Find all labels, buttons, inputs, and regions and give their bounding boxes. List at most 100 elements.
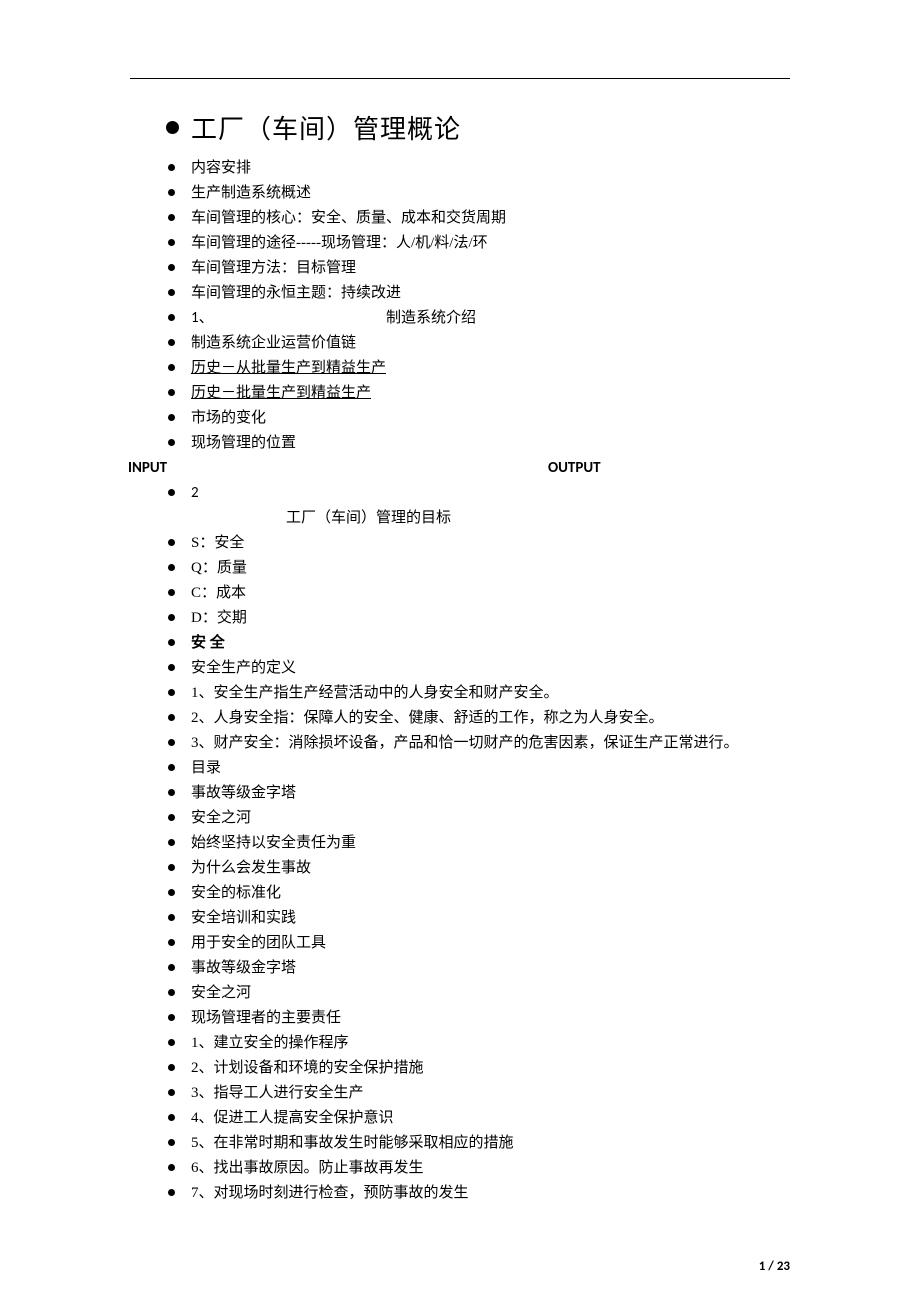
list-item: 1、安全生产指生产经营活动中的人身安全和财产安全。: [166, 681, 790, 706]
list-item: 为什么会发生事故: [166, 856, 790, 881]
bullet-icon: [166, 206, 191, 231]
list-item: 内容安排: [166, 156, 790, 181]
list-item: 事故等级金字塔: [166, 781, 790, 806]
list-item: 事故等级金字塔: [166, 956, 790, 981]
list-item: 生产制造系统概述: [166, 181, 790, 206]
bullet-icon: [166, 906, 191, 931]
item-text: 4、促进工人提高安全保护意识: [191, 1106, 790, 1131]
bullet-icon: [166, 431, 191, 456]
bullet-icon: [166, 581, 191, 606]
bullet-icon: [166, 656, 191, 681]
list-item: 历史－批量生产到精益生产: [166, 381, 790, 406]
page-sep: /: [765, 1259, 776, 1274]
bullet-icon: [166, 181, 191, 206]
bullet-icon: [166, 806, 191, 831]
list-item: S：安全: [166, 531, 790, 556]
item-text-link: 历史－从批量生产到精益生产: [191, 356, 790, 381]
bullet-icon: [166, 981, 191, 1006]
list-item: 车间管理方法：目标管理: [166, 256, 790, 281]
horizontal-rule: [130, 78, 790, 79]
item-text: 安 全: [191, 631, 790, 656]
bullet-icon: [166, 856, 191, 881]
bullet-icon: [166, 231, 191, 256]
bullet-icon: [166, 1031, 191, 1056]
item-text: 市场的变化: [191, 406, 790, 431]
bullet-icon: [166, 831, 191, 856]
item-text: 车间管理的途径-----现场管理：人/机/料/法/环: [191, 231, 790, 256]
bullet-icon: [166, 381, 191, 406]
section-label: 制造系统介绍: [386, 306, 476, 331]
list-item: 3、财产安全：消除损坏设备，产品和恰一切财产的危害因素，保证生产正常进行。: [166, 731, 790, 756]
section-number: 1、: [191, 306, 386, 331]
item-text: 安全生产的定义: [191, 656, 790, 681]
bullet-icon: [166, 406, 191, 431]
item-text: 车间管理的核心：安全、质量、成本和交货周期: [191, 206, 790, 231]
content-list: 内容安排 生产制造系统概述 车间管理的核心：安全、质量、成本和交货周期 车间管理…: [166, 156, 790, 456]
list-item: 安全培训和实践: [166, 906, 790, 931]
list-item: 制造系统企业运营价值链: [166, 331, 790, 356]
section-number: 2: [191, 481, 790, 506]
list-item: 始终坚持以安全责任为重: [166, 831, 790, 856]
bullet-icon: [166, 681, 191, 706]
item-text: 5、在非常时期和事故发生时能够采取相应的措施: [191, 1131, 790, 1156]
item-text: 安全的标准化: [191, 881, 790, 906]
list-item: 2、人身安全指：保障人的安全、健康、舒适的工作，称之为人身安全。: [166, 706, 790, 731]
item-text: 1、建立安全的操作程序: [191, 1031, 790, 1056]
item-text: 6、找出事故原因。防止事故再发生: [191, 1156, 790, 1181]
bullet-icon: [166, 306, 191, 331]
bullet-icon: [166, 931, 191, 956]
bullet-icon: [166, 1156, 191, 1181]
list-item: 目录: [166, 756, 790, 781]
item-text: 制造系统企业运营价值链: [191, 331, 790, 356]
list-item: 安全生产的定义: [166, 656, 790, 681]
item-text: 车间管理的永恒主题：持续改进: [191, 281, 790, 306]
list-item: 车间管理的永恒主题：持续改进: [166, 281, 790, 306]
item-text: 安全之河: [191, 981, 790, 1006]
input-output-row: INPUT OUTPUT: [128, 456, 790, 481]
bullet-icon: [166, 756, 191, 781]
item-text: 现场管理的位置: [191, 431, 790, 456]
item-text: 1、安全生产指生产经营活动中的人身安全和财产安全。: [191, 681, 790, 706]
item-text: 2、计划设备和环境的安全保护措施: [191, 1056, 790, 1081]
list-item: 用于安全的团队工具: [166, 931, 790, 956]
bullet-icon: [166, 881, 191, 906]
bullet-icon: [166, 781, 191, 806]
list-item: 安全之河: [166, 806, 790, 831]
bullet-icon: [166, 956, 191, 981]
output-label: OUTPUT: [548, 456, 601, 481]
item-text: 事故等级金字塔: [191, 781, 790, 806]
list-item: C：成本: [166, 581, 790, 606]
list-item: 3、指导工人进行安全生产: [166, 1081, 790, 1106]
item-text: 为什么会发生事故: [191, 856, 790, 881]
list-item: 历史－从批量生产到精益生产: [166, 356, 790, 381]
list-item: 现场管理者的主要责任: [166, 1006, 790, 1031]
bullet-icon: [166, 1131, 191, 1156]
item-text: 车间管理方法：目标管理: [191, 256, 790, 281]
list-item: 1、建立安全的操作程序: [166, 1031, 790, 1056]
bullet-icon: [166, 156, 191, 181]
list-item: 现场管理的位置: [166, 431, 790, 456]
list-item: 7、对现场时刻进行检查，预防事故的发生: [166, 1181, 790, 1206]
bullet-icon: [166, 531, 191, 556]
page-title: 工厂（车间）管理概论: [191, 109, 461, 146]
item-text: 生产制造系统概述: [191, 181, 790, 206]
content-list-2: 2 工厂（车间）管理的目标 S：安全 Q：质量 C：成本 D：交期 安 全 安全…: [166, 481, 790, 1206]
bullet-icon: [166, 1056, 191, 1081]
bullet-icon: [166, 606, 191, 631]
bullet-icon: [166, 1106, 191, 1131]
bullet-icon: [166, 1181, 191, 1206]
item-text: 安全之河: [191, 806, 790, 831]
list-item: Q：质量: [166, 556, 790, 581]
item-text: 安全培训和实践: [191, 906, 790, 931]
bullet-icon: [166, 481, 191, 506]
bullet-icon: [166, 556, 191, 581]
item-text: S：安全: [191, 531, 790, 556]
document-page: 工厂（车间）管理概论 内容安排 生产制造系统概述 车间管理的核心：安全、质量、成…: [0, 0, 920, 1302]
bullet-icon: [166, 731, 191, 756]
page-title-row: 工厂（车间）管理概论: [166, 109, 790, 146]
item-text: 3、财产安全：消除损坏设备，产品和恰一切财产的危害因素，保证生产正常进行。: [191, 731, 790, 756]
section-subtitle: 工厂（车间）管理的目标: [286, 506, 790, 531]
bullet-icon: [166, 356, 191, 381]
page-number: 1 / 23: [759, 1259, 790, 1274]
bullet-icon: [166, 256, 191, 281]
